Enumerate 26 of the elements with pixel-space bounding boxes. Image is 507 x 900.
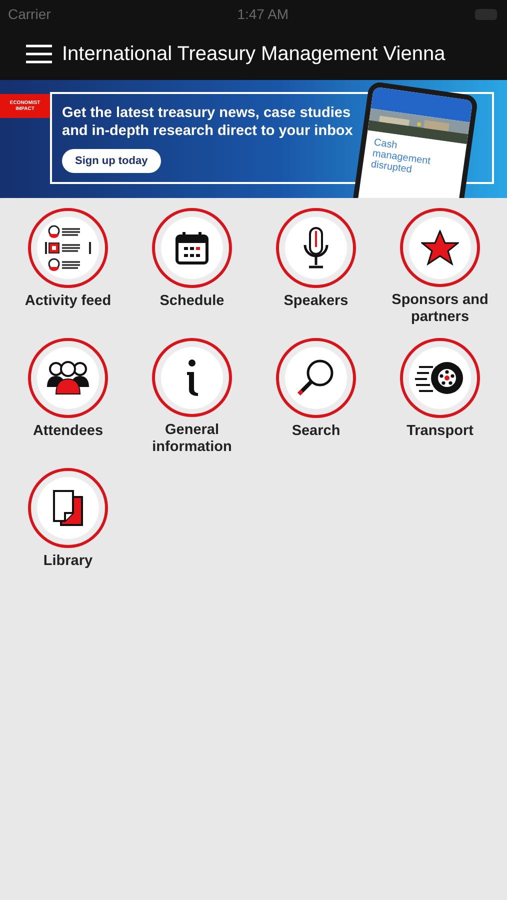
menu-tile[interactable]: Sponsors and partners <box>378 208 502 326</box>
menu-tile[interactable]: Speakers <box>254 208 378 326</box>
search-icon <box>296 358 336 398</box>
documents-icon <box>52 489 84 527</box>
carrier-label: Carrier <box>8 6 51 22</box>
menu-tile[interactable]: General information <box>130 338 254 456</box>
microphone-icon <box>303 227 329 269</box>
menu-tile[interactable]: Attendees <box>6 338 130 456</box>
activity-list-icon <box>45 224 91 272</box>
menu-tile[interactable]: Transport <box>378 338 502 456</box>
menu-tile[interactable]: Library <box>6 468 130 586</box>
menu-tile[interactable]: Schedule <box>130 208 254 326</box>
menu-tile[interactable]: Search <box>254 338 378 456</box>
menu-tile[interactable]: Activity feed <box>6 208 130 326</box>
clock-time: 1:47 AM <box>237 6 289 22</box>
star-icon <box>421 230 459 266</box>
people-icon <box>46 361 90 395</box>
battery-icon <box>475 8 499 20</box>
app-title: International Treasury Management Vienna <box>62 42 446 66</box>
sign-up-button[interactable]: Sign up today <box>62 149 161 173</box>
info-icon <box>184 358 200 396</box>
article-headline: Cash management disrupted <box>369 136 432 178</box>
tire-icon <box>415 359 465 397</box>
banner-headline: Get the latest treasury news, case studies and in-depth research direct to your inbox <box>62 104 354 140</box>
menu-icon[interactable] <box>26 44 52 64</box>
calendar-icon <box>175 231 209 265</box>
